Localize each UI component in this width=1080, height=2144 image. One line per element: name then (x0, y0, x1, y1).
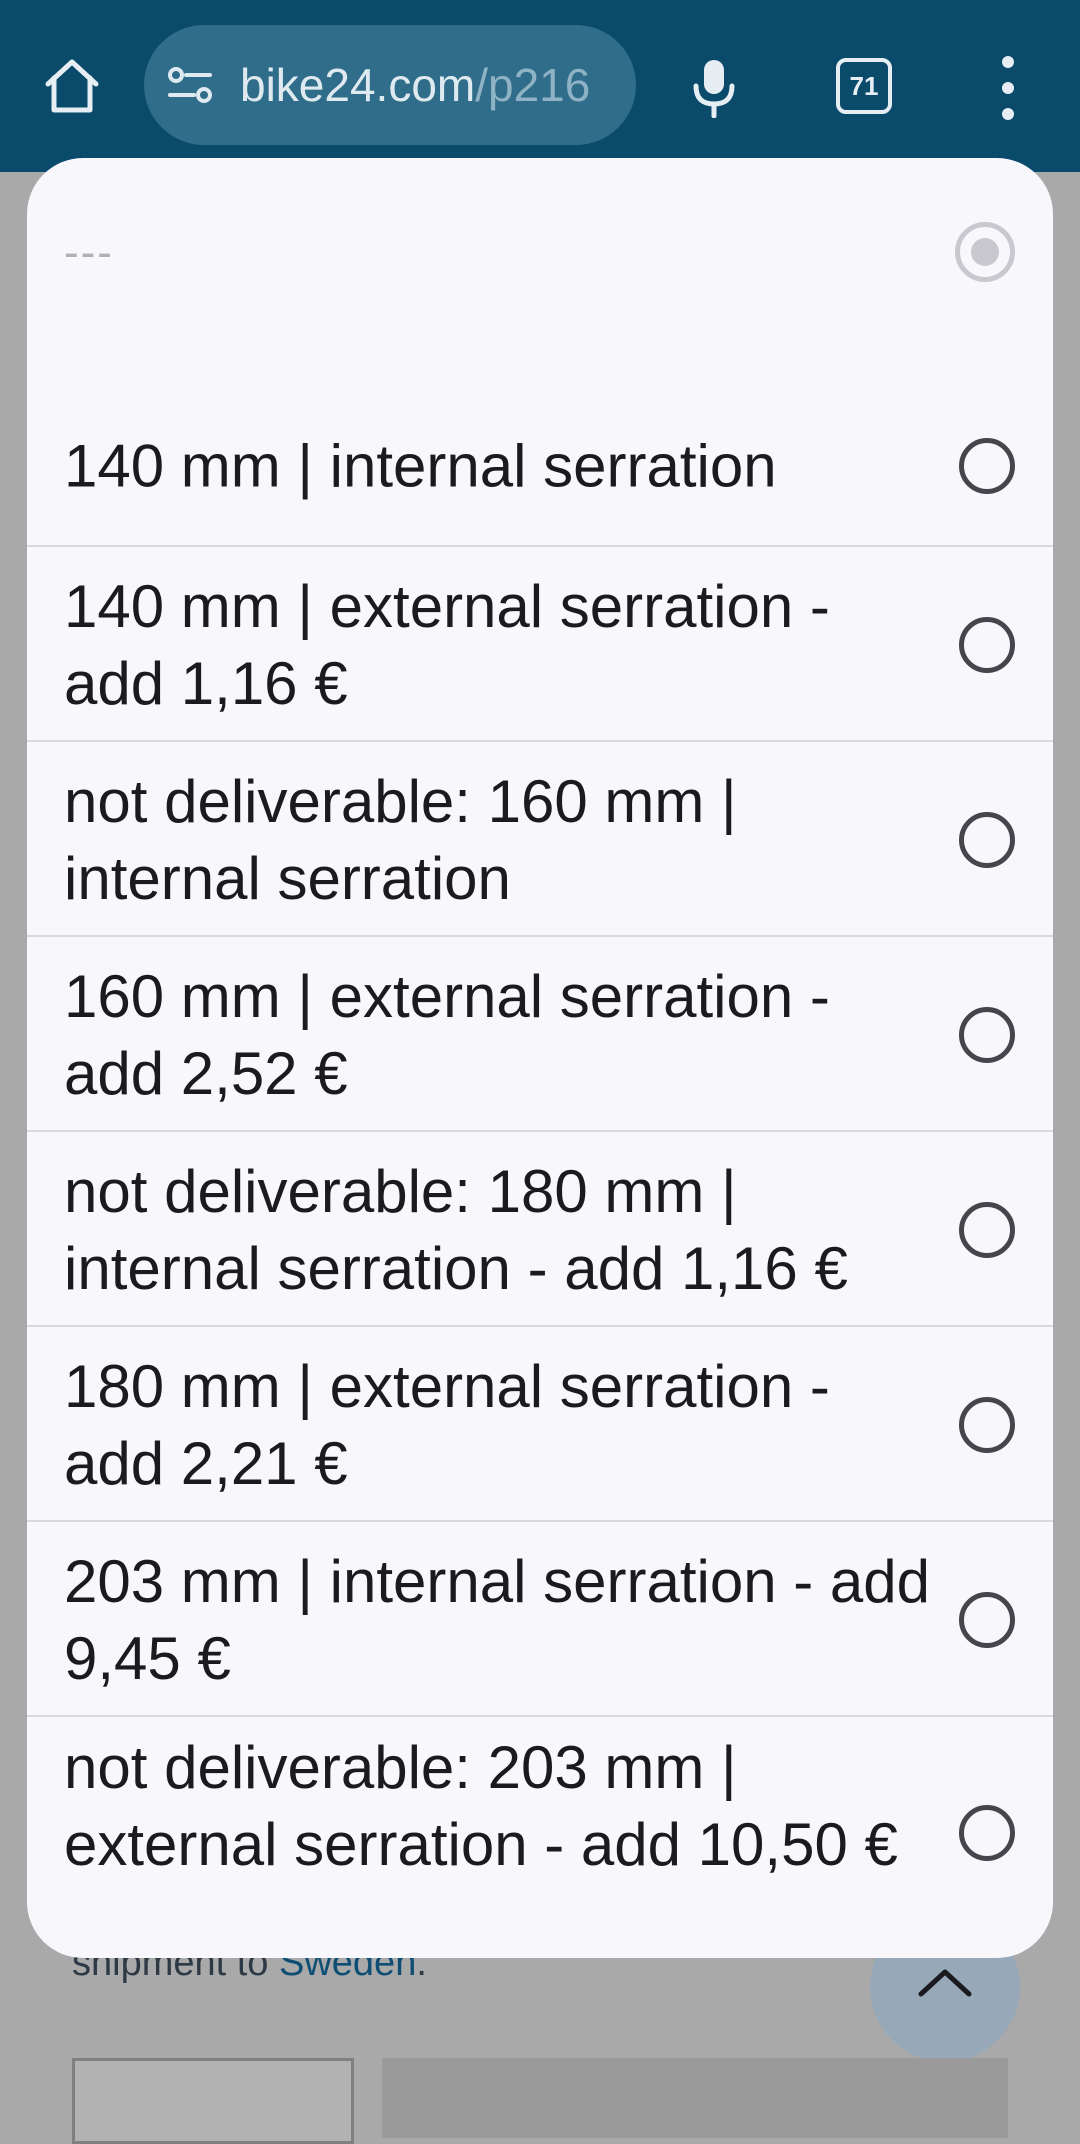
radio-button[interactable] (959, 1006, 1015, 1063)
radio-selected[interactable] (955, 222, 1015, 282)
option-label: not deliverable: 160 mm | internal serra… (64, 767, 737, 912)
option-label: 160 mm | external serration - add 2,52 € (64, 962, 830, 1107)
placeholder-label: --- (64, 228, 114, 277)
option-item[interactable]: 140 mm | external serration - add 1,16 € (27, 545, 1053, 742)
url-path: /p216 (475, 59, 591, 111)
home-icon (45, 59, 99, 113)
tab-switcher-button[interactable]: 71 (836, 58, 892, 114)
radio-button[interactable] (959, 1201, 1015, 1258)
url-text: bike24.com/p216 (240, 25, 590, 145)
more-vert-icon (1002, 56, 1014, 68)
radio-button[interactable] (959, 1396, 1015, 1453)
site-settings-icon[interactable] (166, 63, 214, 107)
option-label: 203 mm | internal serration - add 9,45 € (64, 1547, 930, 1692)
option-placeholder[interactable]: --- (27, 158, 1053, 374)
more-options-button[interactable] (988, 56, 1028, 120)
browser-toolbar: bike24.com/p216 71 (0, 0, 1080, 172)
option-item[interactable]: not deliverable: 160 mm | internal serra… (27, 740, 1053, 937)
add-to-cart-button[interactable] (382, 2058, 1008, 2138)
microphone-icon (693, 60, 735, 119)
url-host: bike24.com (240, 59, 476, 111)
voice-search-button[interactable] (690, 58, 738, 119)
option-item[interactable]: 140 mm | internal serration (27, 374, 1053, 558)
option-item[interactable]: not deliverable: 180 mm | internal serra… (27, 1130, 1053, 1327)
chevron-up-icon (918, 1969, 972, 1997)
radio-button[interactable] (959, 616, 1015, 673)
radio-button[interactable] (959, 1591, 1015, 1648)
option-label: 180 mm | external serration - add 2,21 € (64, 1352, 830, 1497)
option-label: not deliverable: 203 mm | external serra… (64, 1734, 898, 1878)
option-item[interactable]: 180 mm | external serration - add 2,21 € (27, 1325, 1053, 1522)
home-button[interactable] (36, 50, 108, 122)
option-item[interactable]: not deliverable: 203 mm | external serra… (27, 1715, 1053, 1958)
address-bar[interactable]: bike24.com/p216 (144, 25, 636, 145)
radio-button[interactable] (959, 1805, 1015, 1861)
option-label: not deliverable: 180 mm | internal serra… (64, 1157, 848, 1302)
option-label: 140 mm | internal serration (64, 432, 777, 500)
tab-count: 71 (836, 58, 892, 114)
radio-button[interactable] (959, 438, 1015, 494)
option-item[interactable]: 160 mm | external serration - add 2,52 € (27, 935, 1053, 1132)
radio-button[interactable] (959, 811, 1015, 868)
select-options-sheet: --- 140 mm | internal serration 140 mm |… (27, 158, 1053, 1958)
option-item[interactable]: 203 mm | internal serration - add 9,45 € (27, 1520, 1053, 1717)
quantity-field[interactable] (72, 2058, 354, 2144)
option-label: 140 mm | external serration - add 1,16 € (64, 572, 830, 717)
